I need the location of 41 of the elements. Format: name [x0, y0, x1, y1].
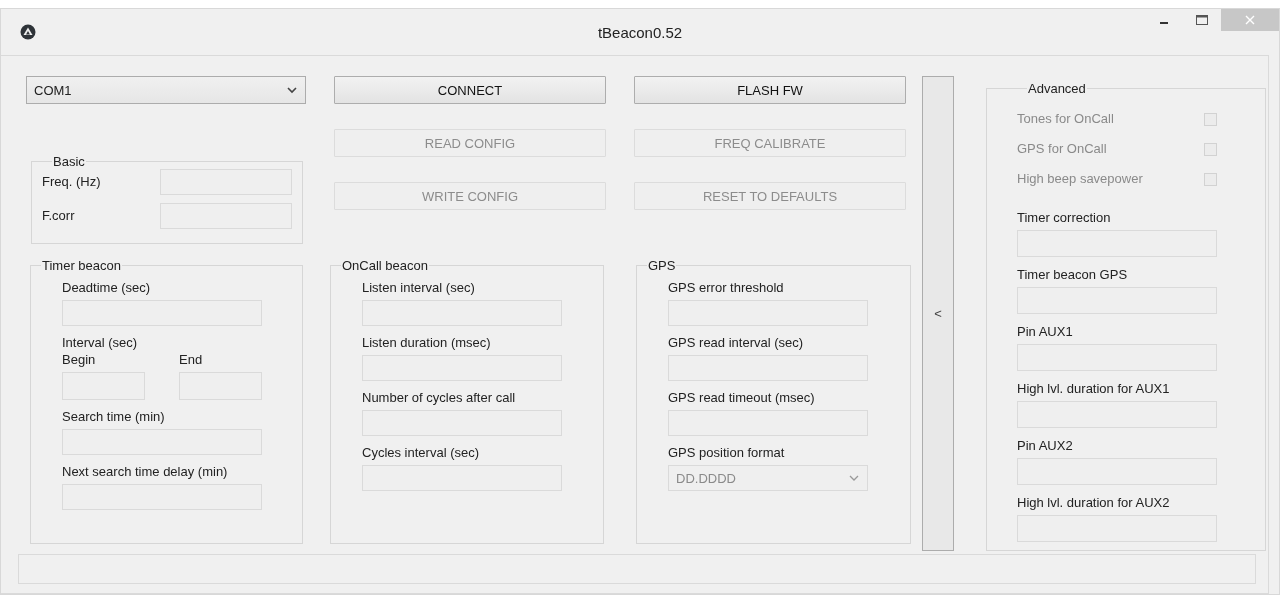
field-label: GPS error threshold	[668, 280, 785, 296]
port-dropdown[interactable]: COM1	[26, 76, 306, 104]
field-label: Interval (sec)	[62, 335, 139, 351]
field-label: Pin AUX2	[1017, 438, 1074, 454]
field-label: Deadtime (sec)	[62, 280, 152, 296]
field-label: Listen interval (sec)	[362, 280, 476, 296]
close-icon	[1245, 15, 1255, 25]
field-label: Cycles interval (sec)	[362, 445, 481, 461]
app-icon	[20, 24, 36, 40]
field-label: Freq. (Hz)	[42, 174, 101, 190]
field-label: Next search time delay (min)	[62, 464, 229, 480]
field-label: GPS read timeout (msec)	[668, 390, 816, 406]
field-label: GPS read interval (sec)	[668, 335, 805, 351]
field-label: Search time (min)	[62, 409, 166, 425]
field-label: End	[179, 352, 204, 368]
collapse-button[interactable]: <	[922, 76, 954, 551]
chevron-icon	[287, 86, 297, 94]
window-title: tBeacon0.52	[597, 24, 683, 41]
chevron-icon	[849, 474, 859, 482]
maximize-icon	[1196, 15, 1208, 25]
field-label: Pin AUX1	[1017, 324, 1074, 340]
field-label: F.corr	[42, 208, 75, 224]
group-title: Advanced	[1027, 81, 1087, 96]
field-label: Begin	[62, 352, 97, 368]
group-title: OnCall beacon	[341, 258, 429, 273]
field-label: Number of cycles after call	[362, 390, 517, 406]
field-label: Timer beacon GPS	[1017, 267, 1129, 283]
minimize-icon	[1160, 22, 1168, 24]
field-label: High lvl. duration for AUX1	[1017, 381, 1171, 397]
field-label: Listen duration (msec)	[362, 335, 492, 351]
checkbox-label: GPS for OnCall	[1017, 141, 1107, 157]
checkbox-label: Tones for OnCall	[1017, 111, 1114, 127]
action-button[interactable]: FLASH FW	[634, 76, 906, 104]
group-title: GPS	[647, 258, 677, 273]
group-title: Timer beacon	[41, 258, 122, 273]
group-title: Basic	[52, 154, 86, 169]
field-label: GPS position format	[668, 445, 786, 461]
action-button[interactable]: CONNECT	[334, 76, 606, 104]
checkbox-label: High beep savepower	[1017, 171, 1143, 187]
field-label: Timer correction	[1017, 210, 1112, 226]
field-label: High lvl. duration for AUX2	[1017, 495, 1171, 511]
